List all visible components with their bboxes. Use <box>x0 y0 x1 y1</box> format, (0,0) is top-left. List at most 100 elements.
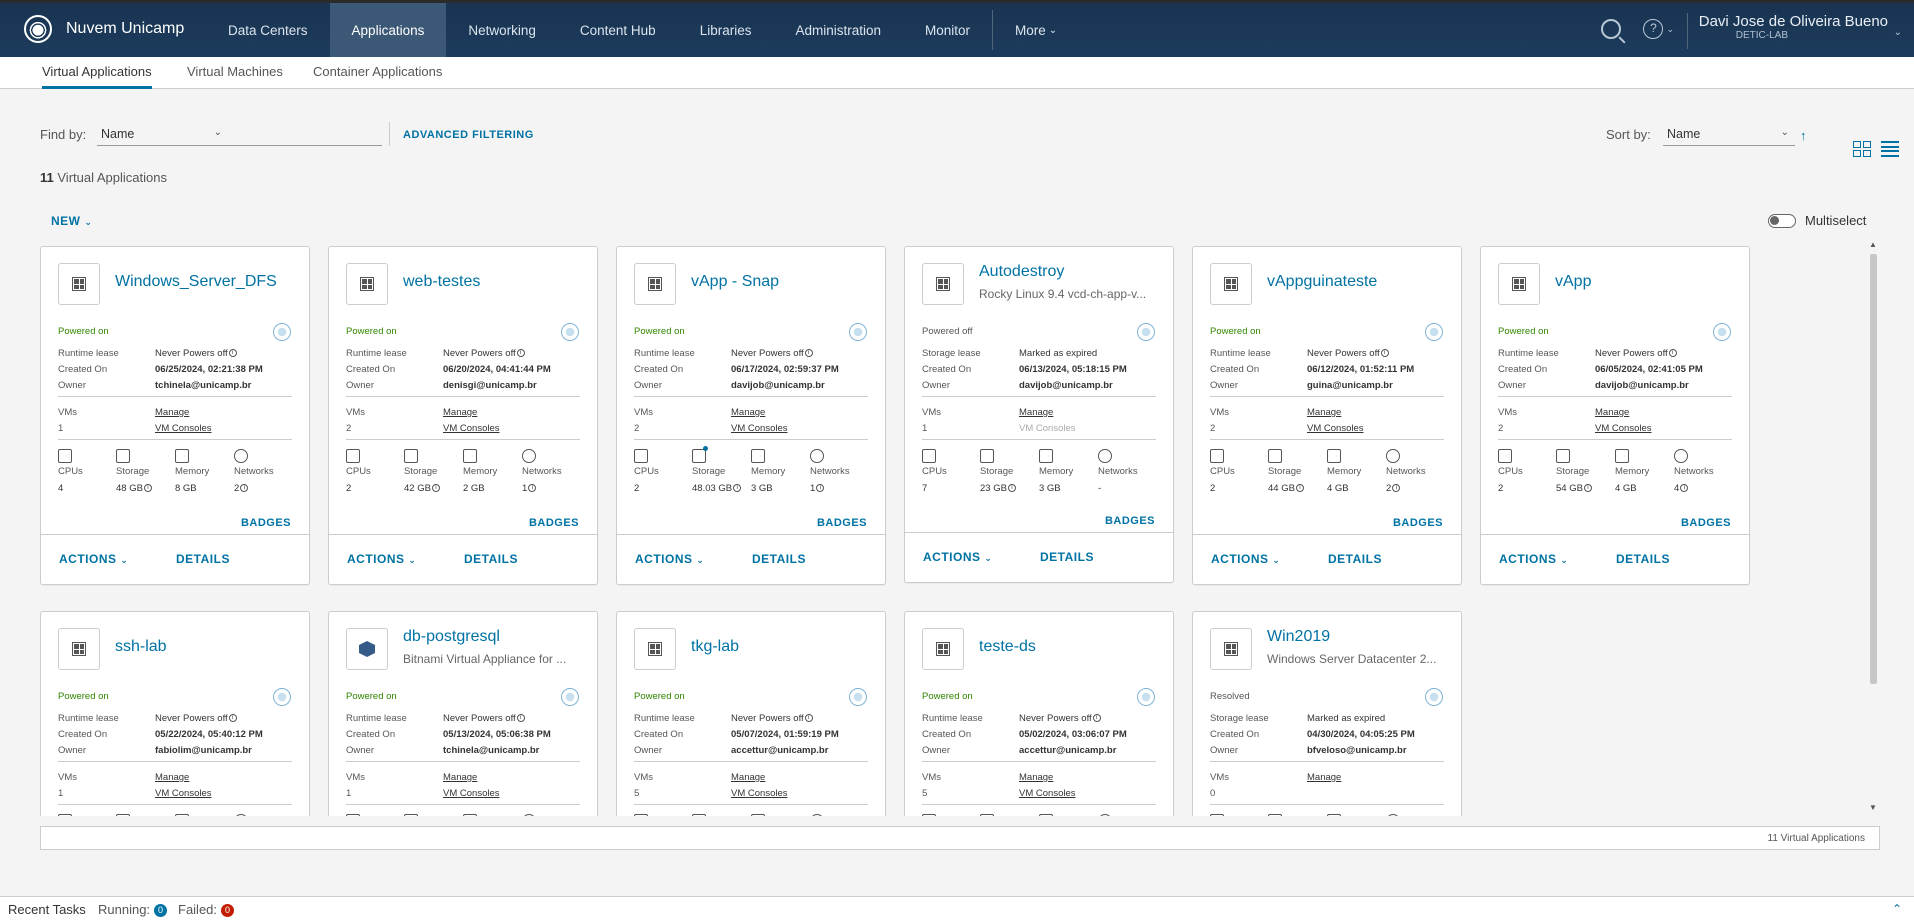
actions-button[interactable]: ACTIONS ⌄ <box>635 552 704 566</box>
info-icon[interactable]: i <box>1668 349 1677 358</box>
actions-button[interactable]: ACTIONS ⌄ <box>1211 552 1280 566</box>
user-menu[interactable]: Davi Jose de Oliveira Bueno DETIC-LAB ⌄ <box>1699 13 1902 41</box>
vapp-name[interactable]: teste-ds <box>979 638 1036 656</box>
badges-button[interactable]: BADGES <box>241 517 291 529</box>
scrollbar-thumb[interactable] <box>1870 254 1877 684</box>
vm-consoles-link[interactable]: VM Consoles <box>155 788 212 799</box>
vapp-card[interactable]: vApp Powered on Runtime lease Never Power… <box>1480 246 1750 585</box>
vm-consoles-link[interactable]: VM Consoles <box>155 423 212 434</box>
nav-monitor[interactable]: Monitor <box>903 3 992 57</box>
actions-button[interactable]: ACTIONS ⌄ <box>59 552 128 566</box>
badges-button[interactable]: BADGES <box>817 517 867 529</box>
vapp-card[interactable]: teste-ds Powered on Runtime lease Never P… <box>904 611 1174 816</box>
details-button[interactable]: DETAILS <box>1616 552 1670 566</box>
card-view-icon[interactable] <box>1853 141 1871 157</box>
vapp-name[interactable]: vAppguinateste <box>1267 273 1377 291</box>
manage-link[interactable]: Manage <box>731 407 765 418</box>
vapp-card[interactable]: tkg-lab Powered on Runtime lease Never Po… <box>616 611 886 816</box>
info-icon[interactable]: i <box>240 484 249 493</box>
new-button[interactable]: NEW ⌄ <box>51 214 92 228</box>
info-icon[interactable]: i <box>804 714 813 723</box>
find-by-select[interactable]: Name ⌄ <box>97 124 382 146</box>
scroll-up-icon[interactable]: ▲ <box>1869 240 1877 249</box>
manage-link[interactable]: Manage <box>443 772 477 783</box>
vapp-name[interactable]: tkg-lab <box>691 638 739 656</box>
help-menu[interactable]: ? ⌄ <box>1643 19 1674 39</box>
manage-link[interactable]: Manage <box>731 772 765 783</box>
advanced-filtering-button[interactable]: ADVANCED FILTERING <box>403 129 534 141</box>
vm-consoles-link[interactable]: VM Consoles <box>1307 423 1364 434</box>
nav-applications[interactable]: Applications <box>329 3 447 57</box>
vapp-name[interactable]: Autodestroy <box>979 263 1064 281</box>
actions-button[interactable]: ACTIONS ⌄ <box>1499 552 1568 566</box>
manage-link[interactable]: Manage <box>1595 407 1629 418</box>
details-button[interactable]: DETAILS <box>464 552 518 566</box>
info-icon[interactable]: i <box>1583 484 1592 493</box>
manage-link[interactable]: Manage <box>155 772 189 783</box>
vapp-name[interactable]: vApp - Snap <box>691 273 779 291</box>
vapp-card[interactable]: db-postgresql Bitnami Virtual Appliance … <box>328 611 598 816</box>
list-view-icon[interactable] <box>1881 141 1899 157</box>
vm-consoles-link[interactable]: VM Consoles <box>443 788 500 799</box>
manage-link[interactable]: Manage <box>155 407 189 418</box>
details-button[interactable]: DETAILS <box>1040 550 1094 564</box>
sort-ascending-icon[interactable]: ↑ <box>1800 128 1807 143</box>
badges-button[interactable]: BADGES <box>1393 517 1443 529</box>
badges-button[interactable]: BADGES <box>1681 517 1731 529</box>
vm-consoles-link[interactable]: VM Consoles <box>731 423 788 434</box>
info-icon[interactable]: i <box>516 714 525 723</box>
vapp-card[interactable]: vAppguinateste Powered on Runtime lease N… <box>1192 246 1462 585</box>
vm-consoles-link[interactable]: VM Consoles <box>731 788 788 799</box>
vapp-card[interactable]: Autodestroy Rocky Linux 9.4 vcd-ch-app-v… <box>904 246 1174 583</box>
info-icon[interactable]: i <box>1007 484 1016 493</box>
card-grid-scrollbar[interactable]: ▲ ▼ <box>1868 240 1878 812</box>
vapp-name[interactable]: Windows_Server_DFS <box>115 273 277 291</box>
manage-link[interactable]: Manage <box>443 407 477 418</box>
sort-by-select[interactable]: Name ⌄ <box>1663 124 1795 146</box>
vapp-card[interactable]: Windows_Server_DFS Powered on Runtime le… <box>40 246 310 585</box>
vapp-card[interactable]: vApp - Snap Powered on Runtime lease Neve… <box>616 246 886 585</box>
vapp-name[interactable]: Win2019 <box>1267 628 1330 646</box>
vapp-card[interactable]: web-testes Powered on Runtime lease Never… <box>328 246 598 585</box>
info-icon[interactable]: i <box>733 484 742 493</box>
details-button[interactable]: DETAILS <box>752 552 806 566</box>
vapp-name[interactable]: web-testes <box>403 273 480 291</box>
vapp-card[interactable]: Win2019 Windows Server Datacenter 2... R… <box>1192 611 1462 816</box>
nav-administration[interactable]: Administration <box>773 3 903 57</box>
badges-button[interactable]: BADGES <box>1105 515 1155 527</box>
actions-button[interactable]: ACTIONS ⌄ <box>347 552 416 566</box>
manage-link[interactable]: Manage <box>1019 772 1053 783</box>
brand[interactable]: Nuvem Unicamp <box>24 15 184 43</box>
recent-tasks-label[interactable]: Recent Tasks <box>8 902 86 917</box>
multiselect-toggle[interactable] <box>1768 214 1796 228</box>
info-icon[interactable]: i <box>516 349 525 358</box>
info-icon[interactable]: i <box>1680 484 1689 493</box>
badges-button[interactable]: BADGES <box>529 517 579 529</box>
manage-link[interactable]: Manage <box>1307 407 1341 418</box>
info-icon[interactable]: i <box>1380 349 1389 358</box>
info-icon[interactable]: i <box>528 484 537 493</box>
info-icon[interactable]: i <box>431 484 440 493</box>
nav-data-centers[interactable]: Data Centers <box>206 3 330 57</box>
details-button[interactable]: DETAILS <box>1328 552 1382 566</box>
nav-networking[interactable]: Networking <box>446 3 558 57</box>
nav-content-hub[interactable]: Content Hub <box>558 3 678 57</box>
vm-consoles-link[interactable]: VM Consoles <box>1595 423 1652 434</box>
manage-link[interactable]: Manage <box>1019 407 1053 418</box>
info-icon[interactable]: i <box>1092 714 1101 723</box>
info-icon[interactable]: i <box>143 484 152 493</box>
info-icon[interactable]: i <box>228 714 237 723</box>
vapp-card[interactable]: ssh-lab Powered on Runtime lease Never Po… <box>40 611 310 816</box>
info-icon[interactable]: i <box>816 484 825 493</box>
vm-consoles-link[interactable]: VM Consoles <box>1019 788 1076 799</box>
expand-icon[interactable]: ⌃ <box>1892 902 1902 916</box>
actions-button[interactable]: ACTIONS ⌄ <box>923 550 992 564</box>
search-icon[interactable] <box>1601 19 1622 39</box>
info-icon[interactable]: i <box>804 349 813 358</box>
info-icon[interactable]: i <box>228 349 237 358</box>
manage-link[interactable]: Manage <box>1307 772 1341 783</box>
info-icon[interactable]: i <box>1392 484 1401 493</box>
tab-virtual-machines[interactable]: Virtual Machines <box>187 64 283 86</box>
tab-container-applications[interactable]: Container Applications <box>313 64 442 86</box>
info-icon[interactable]: i <box>1295 484 1304 493</box>
